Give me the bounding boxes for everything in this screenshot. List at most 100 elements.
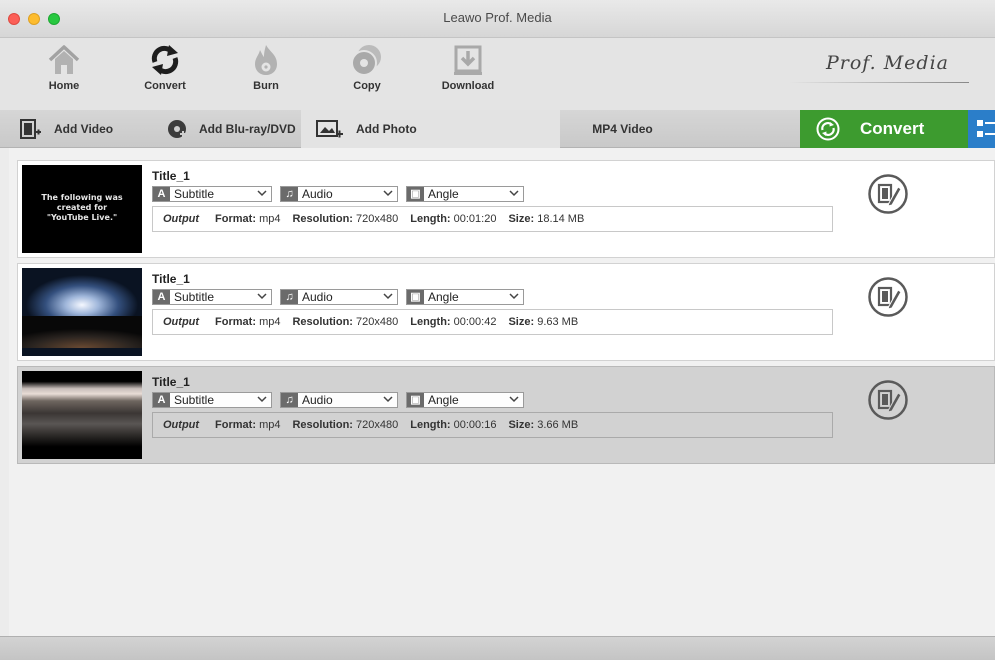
convert-icon	[151, 45, 179, 75]
audio-dropdown[interactable]: ♫ Audio	[280, 392, 398, 408]
convert-button[interactable]: Convert	[800, 110, 968, 148]
photo-add-icon	[316, 120, 343, 138]
output-info: Output Format: mp4 Resolution: 720x480 L…	[152, 206, 833, 232]
resolution-info: Resolution: 720x480	[292, 213, 399, 225]
burn-label: Burn	[253, 80, 279, 92]
format-info: Format: mp4	[215, 419, 281, 431]
chevron-down-icon	[509, 293, 519, 300]
length-info: Length: 00:00:16	[410, 419, 497, 431]
copy-icon	[351, 45, 381, 76]
layout-toggle-button[interactable]	[968, 110, 995, 148]
window-title: Leawo Prof. Media	[443, 10, 552, 25]
audio-dropdown[interactable]: ♫ Audio	[280, 186, 398, 202]
chevron-down-icon	[383, 293, 393, 300]
burn-icon	[255, 45, 277, 75]
video-thumbnail: The following was created for "YouTube L…	[22, 165, 142, 253]
angle-value: Angle	[428, 290, 459, 304]
subtitle-dropdown[interactable]: A Subtitle	[152, 392, 272, 408]
home-button[interactable]: Home	[24, 42, 104, 92]
edit-video-icon[interactable]	[867, 379, 909, 421]
subtitle-icon: A	[153, 187, 170, 201]
output-info: Output Format: mp4 Resolution: 720x480 L…	[152, 412, 833, 438]
format-info: Format: mp4	[215, 316, 281, 328]
output-format-selector[interactable]: MP4 Video	[560, 122, 685, 136]
media-item[interactable]: Title_1 A Subtitle ♫ Audio ▣ Angle Outpu…	[17, 366, 995, 464]
size-info: Size: 9.63 MB	[508, 316, 579, 328]
thumbnail-landscape	[22, 316, 142, 348]
video-thumbnail	[22, 371, 142, 459]
edit-video-icon[interactable]	[867, 173, 909, 215]
add-bluray-button[interactable]: Add Blu-ray/DVD	[167, 110, 296, 148]
subtitle-value: Subtitle	[174, 393, 215, 407]
audio-icon: ♫	[281, 187, 298, 201]
subtitle-dropdown[interactable]: A Subtitle	[152, 186, 272, 202]
burn-button[interactable]: Burn	[226, 42, 306, 92]
disc-add-icon	[168, 120, 186, 138]
resolution-info: Resolution: 720x480	[292, 419, 399, 431]
add-photo-button[interactable]: Add Photo	[301, 110, 560, 148]
audio-value: Audio	[302, 187, 333, 201]
video-thumbnail	[22, 268, 142, 356]
length-info: Length: 00:00:42	[410, 316, 497, 328]
media-list: The following was created for "YouTube L…	[9, 148, 995, 636]
resolution-info: Resolution: 720x480	[292, 316, 399, 328]
angle-value: Angle	[428, 393, 459, 407]
download-label: Download	[441, 80, 495, 92]
angle-dropdown[interactable]: ▣ Angle	[406, 186, 524, 202]
convert-tool-label: Convert	[144, 80, 186, 92]
copy-label: Copy	[353, 80, 381, 92]
item-title: Title_1	[152, 375, 190, 389]
media-item[interactable]: Title_1 A Subtitle ♫ Audio ▣ Angle Outpu…	[17, 263, 995, 361]
subtitle-value: Subtitle	[174, 290, 215, 304]
item-title: Title_1	[152, 169, 190, 183]
subtitle-icon: A	[153, 290, 170, 304]
angle-dropdown[interactable]: ▣ Angle	[406, 289, 524, 305]
subtitle-icon: A	[153, 393, 170, 407]
audio-value: Audio	[302, 393, 333, 407]
convert-circle-icon	[816, 117, 840, 141]
action-bar: Add Video Add Blu-ray/DVD Add Photo MP4 …	[0, 110, 995, 148]
chevron-down-icon	[383, 190, 393, 197]
output-label: Output	[163, 419, 200, 431]
subtitle-dropdown[interactable]: A Subtitle	[152, 289, 272, 305]
download-button[interactable]: Download	[428, 42, 508, 92]
thumbnail-text: The following was created for "YouTube L…	[41, 193, 123, 222]
angle-icon: ▣	[407, 393, 424, 407]
home-icon	[48, 45, 80, 74]
brand-underline	[789, 82, 969, 83]
convert-button-label: Convert	[860, 119, 925, 138]
subtitle-value: Subtitle	[174, 187, 215, 201]
brand-logo: Prof. Media	[825, 52, 949, 74]
edit-video-icon[interactable]	[867, 276, 909, 318]
angle-value: Angle	[428, 187, 459, 201]
angle-icon: ▣	[407, 187, 424, 201]
audio-dropdown[interactable]: ♫ Audio	[280, 289, 398, 305]
layout-grid-icon	[977, 120, 995, 137]
download-icon	[454, 45, 482, 75]
convert-tool-button[interactable]: Convert	[125, 42, 205, 92]
add-bluray-label: Add Blu-ray/DVD	[199, 122, 296, 136]
size-info: Size: 3.66 MB	[508, 419, 579, 431]
chevron-down-icon	[257, 293, 267, 300]
audio-icon: ♫	[281, 290, 298, 304]
audio-value: Audio	[302, 290, 333, 304]
angle-dropdown[interactable]: ▣ Angle	[406, 392, 524, 408]
chevron-down-icon	[509, 396, 519, 403]
chevron-down-icon	[257, 190, 267, 197]
size-info: Size: 18.14 MB	[508, 213, 585, 225]
add-photo-label: Add Photo	[356, 122, 417, 136]
copy-button[interactable]: Copy	[327, 42, 407, 92]
media-item[interactable]: The following was created for "YouTube L…	[17, 160, 995, 258]
item-title: Title_1	[152, 272, 190, 286]
angle-icon: ▣	[407, 290, 424, 304]
length-info: Length: 00:01:20	[410, 213, 497, 225]
window-titlebar: Leawo Prof. Media	[0, 0, 995, 38]
chevron-down-icon	[383, 396, 393, 403]
film-add-icon	[20, 119, 41, 139]
output-label: Output	[163, 316, 200, 328]
output-label: Output	[163, 213, 200, 225]
add-video-button[interactable]: Add Video	[20, 110, 113, 148]
output-info: Output Format: mp4 Resolution: 720x480 L…	[152, 309, 833, 335]
format-info: Format: mp4	[215, 213, 281, 225]
chevron-down-icon	[509, 190, 519, 197]
